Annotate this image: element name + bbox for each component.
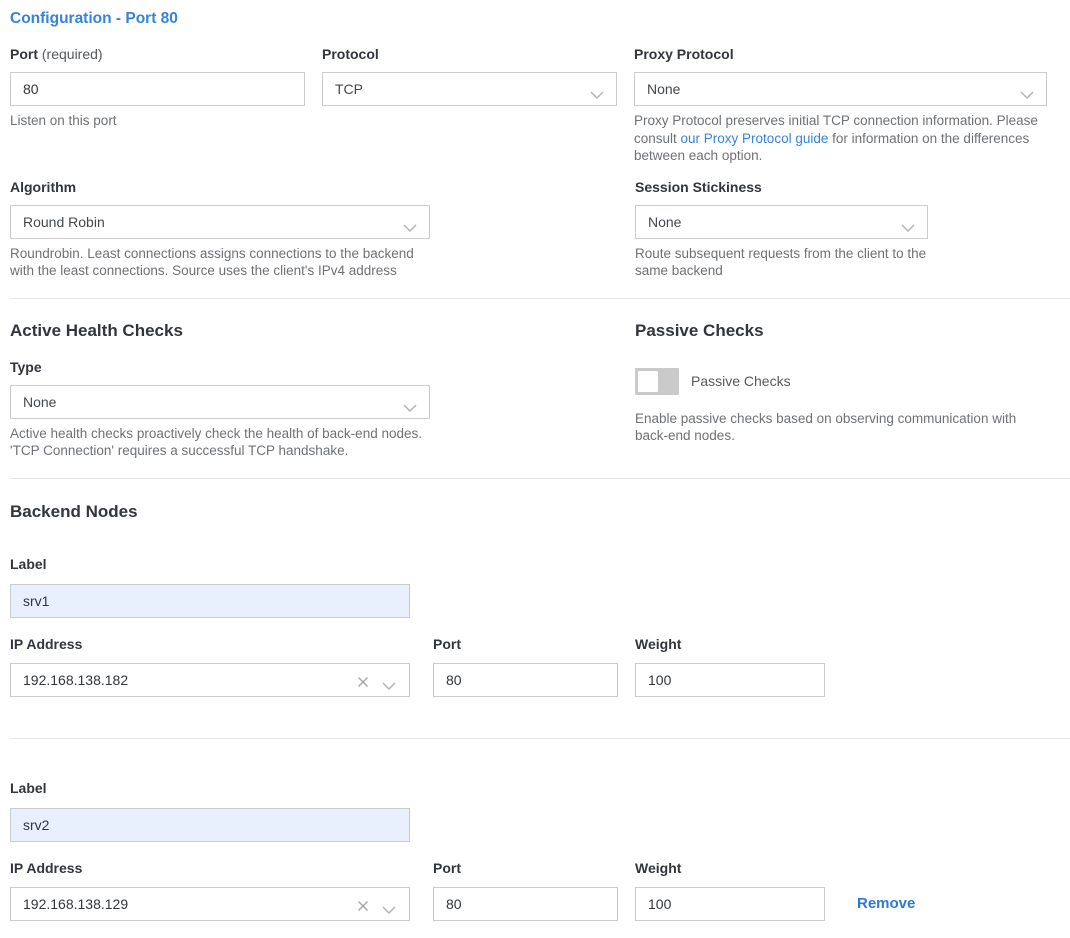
node-weight-caption: Weight	[635, 637, 825, 652]
node-weight-input[interactable]	[635, 887, 825, 921]
algorithm-select-value: Round Robin	[23, 214, 105, 230]
active-health-checks-section: Active Health Checks Type None Active he…	[10, 321, 430, 460]
nodebalancer-config-panel: Configuration - Port 80 Port (required) …	[0, 0, 1070, 935]
passive-checks-helper-text: Enable passive checks based on observing…	[635, 410, 1048, 445]
session-stickiness-select-value: None	[648, 214, 681, 230]
health-check-type-select[interactable]: None	[10, 385, 430, 419]
node-label-caption: Label	[10, 557, 1070, 572]
active-health-checks-heading: Active Health Checks	[10, 321, 430, 340]
passive-checks-section: Passive Checks Passive Checks Enable pas…	[635, 321, 1048, 460]
node-ip-caption: IP Address	[10, 861, 410, 876]
node-port-input[interactable]	[433, 663, 618, 697]
proxy-protocol-field-group: Proxy Protocol None Proxy Protocol prese…	[634, 47, 1047, 165]
node-ip-value: 192.168.138.129	[23, 896, 128, 912]
protocol-field-group: Protocol TCP	[322, 47, 617, 165]
session-stickiness-helper-text: Route subsequent requests from the clien…	[635, 245, 937, 280]
algorithm-select[interactable]: Round Robin	[10, 205, 430, 239]
chevron-down-icon	[590, 86, 604, 102]
node-ip-combobox[interactable]: 192.168.138.129	[10, 887, 410, 921]
algorithm-field-group: Algorithm Round Robin Roundrobin. Least …	[10, 180, 430, 280]
required-note: (required)	[42, 46, 103, 62]
chevron-down-icon	[403, 399, 417, 415]
toggle-knob-icon	[638, 371, 658, 392]
backend-node-row: Label IP Address 192.168.138.129 Port	[10, 781, 1070, 921]
health-check-type-label: Type	[10, 360, 430, 375]
node-ip-group: IP Address 192.168.138.129	[10, 861, 410, 921]
proxy-protocol-guide-link[interactable]: our Proxy Protocol guide	[681, 131, 829, 146]
chevron-down-icon	[382, 901, 396, 917]
node-ip-value: 192.168.138.182	[23, 672, 128, 688]
passive-checks-toggle-label: Passive Checks	[691, 373, 791, 389]
session-stickiness-select[interactable]: None	[635, 205, 928, 239]
node-label-input[interactable]	[10, 808, 410, 842]
port-helper-text: Listen on this port	[10, 112, 305, 130]
proxy-protocol-helper-text: Proxy Protocol preserves initial TCP con…	[634, 112, 1047, 165]
proxy-protocol-select-value: None	[647, 81, 680, 97]
section-divider	[10, 738, 1070, 739]
algorithm-label: Algorithm	[10, 180, 430, 195]
node-label-input[interactable]	[10, 584, 410, 618]
node-port-caption: Port	[433, 637, 618, 652]
clear-x-icon[interactable]	[357, 675, 369, 691]
passive-checks-toggle[interactable]	[635, 368, 679, 395]
node-port-caption: Port	[433, 861, 618, 876]
page-title: Configuration - Port 80	[10, 10, 1070, 28]
algorithm-helper-text: Roundrobin. Least connections assigns co…	[10, 245, 430, 280]
backend-nodes-heading: Backend Nodes	[10, 502, 1070, 521]
session-stickiness-label: Session Stickiness	[635, 180, 1048, 195]
node-label-group: Label	[10, 781, 1070, 842]
node-ip-caption: IP Address	[10, 637, 410, 652]
health-check-type-select-value: None	[23, 394, 56, 410]
section-divider	[10, 478, 1070, 479]
chevron-down-icon	[901, 219, 915, 235]
chevron-down-icon	[1020, 86, 1034, 102]
node-remove-wrap: Remove	[857, 887, 915, 921]
section-divider	[10, 298, 1070, 299]
row-port-protocol-proxy: Port (required) Listen on this port Prot…	[10, 47, 1070, 165]
node-weight-input[interactable]	[635, 663, 825, 697]
passive-checks-heading: Passive Checks	[635, 321, 1048, 340]
health-check-type-helper-text: Active health checks proactively check t…	[10, 425, 430, 460]
port-label: Port (required)	[10, 47, 305, 62]
remove-node-button[interactable]: Remove	[857, 895, 915, 912]
protocol-label: Protocol	[322, 47, 617, 62]
node-ip-group: IP Address 192.168.138.182	[10, 637, 410, 697]
node-port-group: Port	[433, 637, 618, 697]
node-label-group: Label	[10, 557, 1070, 618]
protocol-select[interactable]: TCP	[322, 72, 617, 106]
clear-x-icon[interactable]	[357, 899, 369, 915]
backend-node-row: Label IP Address 192.168.138.182 Port	[10, 557, 1070, 697]
row-health-checks: Active Health Checks Type None Active he…	[10, 321, 1070, 460]
chevron-down-icon	[403, 219, 417, 235]
node-port-group: Port	[433, 861, 618, 921]
node-weight-caption: Weight	[635, 861, 825, 876]
port-field-group: Port (required) Listen on this port	[10, 47, 305, 165]
chevron-down-icon	[382, 677, 396, 693]
proxy-protocol-select[interactable]: None	[634, 72, 1047, 106]
passive-checks-toggle-row: Passive Checks	[635, 368, 1048, 395]
node-fields-row: IP Address 192.168.138.129 Port Weight	[10, 861, 1070, 921]
node-fields-row: IP Address 192.168.138.182 Port Weight	[10, 637, 1070, 697]
node-weight-group: Weight	[635, 637, 825, 697]
session-stickiness-field-group: Session Stickiness None Route subsequent…	[635, 180, 1048, 280]
node-port-input[interactable]	[433, 887, 618, 921]
node-ip-combobox[interactable]: 192.168.138.182	[10, 663, 410, 697]
port-input[interactable]	[10, 72, 305, 106]
row-algorithm-stickiness: Algorithm Round Robin Roundrobin. Least …	[10, 180, 1070, 280]
protocol-select-value: TCP	[335, 81, 363, 97]
node-weight-group: Weight	[635, 861, 825, 921]
node-label-caption: Label	[10, 781, 1070, 796]
proxy-protocol-label: Proxy Protocol	[634, 47, 1047, 62]
